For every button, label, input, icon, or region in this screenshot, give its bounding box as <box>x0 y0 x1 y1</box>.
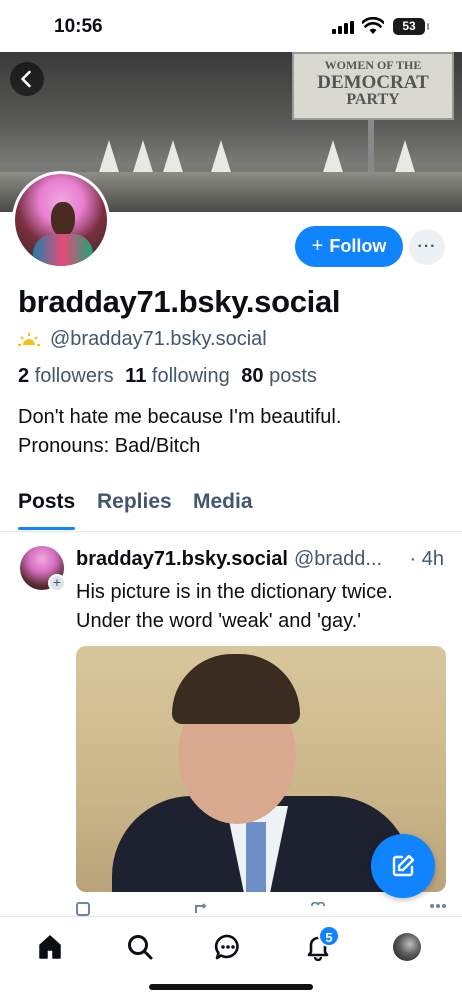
post-actions <box>76 902 448 916</box>
post-author-avatar[interactable]: + <box>20 546 66 592</box>
followers-label[interactable]: followers <box>35 365 114 387</box>
home-icon <box>39 935 61 959</box>
repost-icon[interactable] <box>193 902 209 916</box>
nav-home[interactable] <box>34 931 66 963</box>
post-header: bradday71.bsky.social @bradd... · 4h <box>76 548 448 571</box>
home-indicator <box>149 984 313 990</box>
post-author-handle[interactable]: @bradd... <box>294 548 382 571</box>
posts-count: 80 <box>241 365 264 387</box>
follow-button[interactable]: + Follow <box>295 226 403 267</box>
tab-media[interactable]: Media <box>193 490 253 514</box>
image-tie <box>246 822 266 892</box>
profile-avatar[interactable] <box>12 171 110 269</box>
notification-badge: 5 <box>318 925 340 947</box>
post-timestamp: · 4h <box>407 548 444 571</box>
status-time: 10:56 <box>54 16 103 37</box>
active-tab-indicator <box>18 527 75 530</box>
following-count[interactable]: 11 <box>125 365 146 387</box>
display-name: bradday71.bsky.social <box>18 284 341 319</box>
banner-sign-line2: DEMOCRAT <box>317 72 429 93</box>
profile-tabs: Posts Replies Media <box>0 480 462 532</box>
tab-replies[interactable]: Replies <box>97 490 172 514</box>
signal-icon <box>332 21 354 34</box>
followers-count[interactable]: 2 <box>18 365 29 387</box>
battery-indicator: 53 <box>393 18 429 35</box>
posts-label: posts <box>269 365 317 387</box>
like-icon[interactable] <box>309 902 327 916</box>
banner-sign-line3: PARTY <box>346 91 400 108</box>
add-follow-icon[interactable]: + <box>48 574 66 592</box>
nav-chat[interactable] <box>212 931 244 963</box>
wifi-icon <box>362 17 384 34</box>
profile-bio: Don't hate me because I'm beautiful. Pro… <box>18 403 448 461</box>
bio-line: Don't hate me because I'm beautiful. <box>18 406 342 428</box>
avatar-face <box>51 202 75 236</box>
banner-sign: WOMEN OF THE DEMOCRAT PARTY <box>292 52 454 120</box>
sun-icon <box>18 332 40 346</box>
reply-icon[interactable] <box>76 902 92 916</box>
post-text: His picture is in the dictionary twice. … <box>76 581 393 632</box>
more-options-button[interactable]: ··· <box>409 229 445 265</box>
compose-icon <box>392 854 415 877</box>
profile-handle: @bradday71.bsky.social <box>50 328 267 350</box>
avatar-body <box>33 234 93 266</box>
nav-profile[interactable] <box>391 931 423 963</box>
post-more-icon[interactable] <box>428 902 448 916</box>
status-bar: 10:56 53 <box>0 0 462 52</box>
post-author-name[interactable]: bradday71.bsky.social <box>76 548 288 571</box>
back-button[interactable] <box>10 62 44 96</box>
nav-search[interactable] <box>124 931 156 963</box>
search-icon <box>128 935 153 960</box>
back-icon <box>21 70 31 88</box>
handle-row: @bradday71.bsky.social <box>18 328 267 351</box>
chat-icon <box>214 934 239 960</box>
plus-icon: + <box>311 235 324 257</box>
image-hair <box>172 654 300 724</box>
following-label[interactable]: following <box>152 365 230 387</box>
bio-line: Pronouns: Bad/Bitch <box>18 435 201 457</box>
profile-counts: 2 followers 11 following 80 posts <box>18 365 317 388</box>
compose-button[interactable] <box>371 834 435 898</box>
profile-avatar-icon <box>393 933 421 961</box>
follow-button-label: Follow <box>329 236 387 256</box>
tab-posts[interactable]: Posts <box>18 490 75 514</box>
